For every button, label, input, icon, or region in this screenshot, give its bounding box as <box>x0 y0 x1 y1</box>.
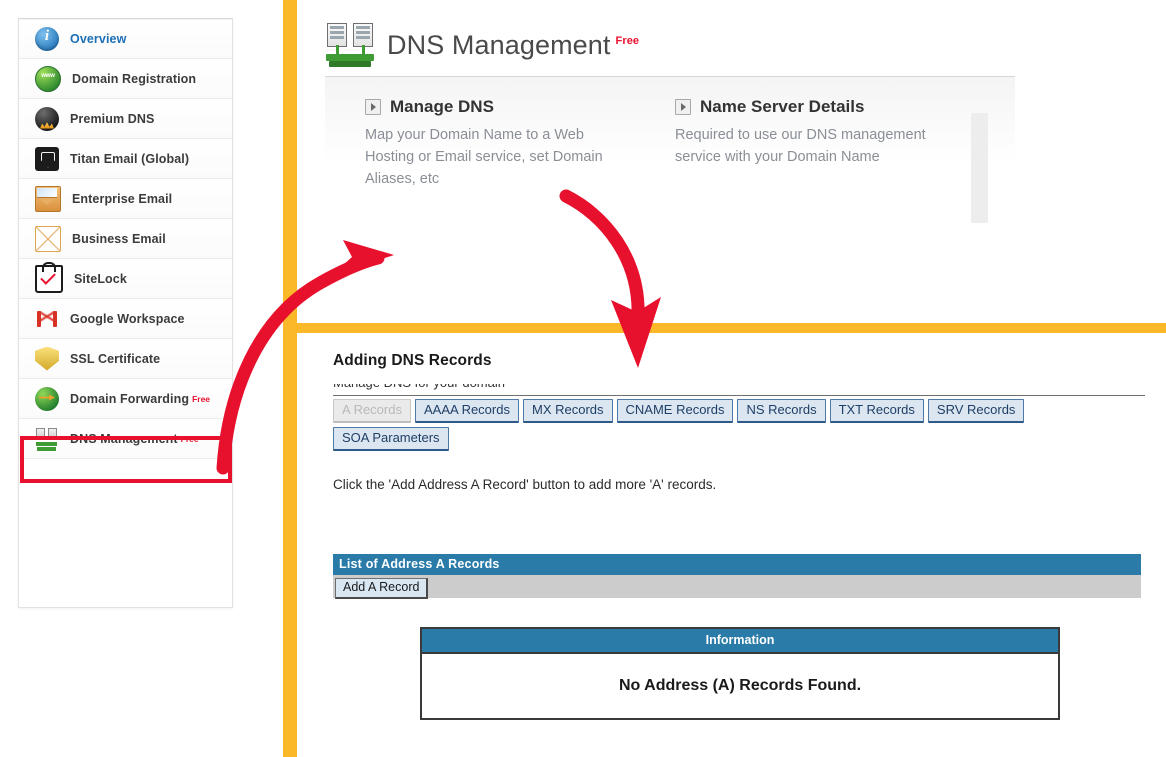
name-server-details-card[interactable]: Name Server Details Required to use our … <box>675 97 965 190</box>
records-list-title: List of Address A Records <box>333 554 1141 575</box>
clipped-text: Manage DNS for your domain <box>333 384 505 390</box>
records-list-toolbar: Add A Record <box>333 575 1141 599</box>
name-server-details-title: Name Server Details <box>700 97 865 116</box>
chevron-right-icon <box>365 99 381 115</box>
tab-ns-records[interactable]: NS Records <box>737 399 826 423</box>
enterprise-envelope-icon <box>35 185 61 212</box>
sidebar-item-business-email[interactable]: Business Email <box>19 219 232 259</box>
sidebar-item-label: Business Email <box>72 231 166 246</box>
shield-icon <box>35 346 59 371</box>
sidebar-item-premium-dns[interactable]: Premium DNS <box>19 99 232 139</box>
sidebar-item-label: SSL Certificate <box>70 351 161 366</box>
premium-dns-icon <box>35 106 59 131</box>
tab-srv-records[interactable]: SRV Records <box>927 399 1025 423</box>
yellow-vertical-guide <box>283 0 297 757</box>
domain-forwarding-icon <box>35 386 59 411</box>
dns-panel-header: DNS Management Free <box>325 18 1015 72</box>
sidebar-item-overview[interactable]: Overview <box>19 19 232 59</box>
add-a-record-button[interactable]: Add A Record <box>335 578 429 599</box>
name-server-details-description: Required to use our DNS management servi… <box>675 127 926 165</box>
sidebar: Overview Domain Registration Premium DNS… <box>18 18 233 608</box>
info-icon <box>35 27 59 51</box>
tab-aaaa-records[interactable]: AAAA Records <box>414 399 519 423</box>
chevron-right-icon <box>675 99 691 115</box>
sidebar-item-ssl-certificate[interactable]: SSL Certificate <box>19 339 232 379</box>
business-envelope-icon <box>35 225 61 252</box>
dns-servers-icon <box>35 427 59 451</box>
tabs-underline <box>333 395 1145 396</box>
sidebar-item-label: DNS Management <box>70 431 178 446</box>
manage-dns-title: Manage DNS <box>390 97 494 116</box>
tab-txt-records[interactable]: TXT Records <box>829 399 924 423</box>
tab-mx-records[interactable]: MX Records <box>522 399 613 423</box>
sidebar-item-domain-forwarding[interactable]: Domain Forwarding Free <box>19 379 232 419</box>
sidebar-item-label: Titan Email (Global) <box>70 151 190 166</box>
sidebar-item-google-workspace[interactable]: Google Workspace <box>19 299 232 339</box>
globe-www-icon <box>35 65 61 92</box>
information-table-message: No Address (A) Records Found. <box>618 677 862 694</box>
tab-soa-parameters[interactable]: SOA Parameters <box>333 427 449 451</box>
sidebar-item-label: Enterprise Email <box>72 191 173 206</box>
free-badge: Free <box>615 34 640 47</box>
tab-cname-records[interactable]: CNAME Records <box>616 399 734 423</box>
clipped-text-line: Manage DNS for your domain <box>333 384 548 393</box>
page-title-text: DNS Management <box>387 29 611 60</box>
tab-a-records[interactable]: A Records <box>333 399 411 423</box>
sidebar-item-label: Overview <box>70 32 127 46</box>
records-list-panel: List of Address A Records Add A Record <box>333 554 1141 599</box>
dns-servers-icon <box>325 23 379 67</box>
scrollbar-thumb[interactable] <box>971 113 988 223</box>
manage-dns-card-header: Manage DNS <box>365 97 655 117</box>
adding-dns-records-section: Adding DNS Records Manage DNS for your d… <box>333 352 1145 599</box>
sidebar-item-label: Premium DNS <box>70 111 155 126</box>
sidebar-item-label: Domain Registration <box>72 71 197 86</box>
sidebar-item-titan-email[interactable]: Titan Email (Global) <box>19 139 232 179</box>
sidebar-item-sitelock[interactable]: SiteLock <box>19 259 232 299</box>
free-badge: Free <box>180 433 199 444</box>
record-type-tabs: A Records AAAA Records MX Records CNAME … <box>333 399 1145 455</box>
section-heading: Adding DNS Records <box>333 352 492 369</box>
gmail-m-icon <box>35 307 59 331</box>
titan-shield-icon <box>35 146 59 171</box>
sidebar-item-label: Domain Forwarding <box>70 391 190 406</box>
yellow-horizontal-guide <box>283 323 1166 333</box>
sidebar-item-label: Google Workspace <box>70 311 185 326</box>
sidebar-item-enterprise-email[interactable]: Enterprise Email <box>19 179 232 219</box>
sidebar-item-label: SiteLock <box>74 271 127 286</box>
screenshot-root: Overview Domain Registration Premium DNS… <box>0 0 1166 757</box>
name-server-details-card-header: Name Server Details <box>675 97 965 117</box>
manage-dns-description: Map your Domain Name to a Web Hosting or… <box>365 127 603 187</box>
records-hint-text: Click the 'Add Address A Record' button … <box>333 477 717 492</box>
free-badge: Free <box>192 393 211 404</box>
sidebar-item-dns-management[interactable]: DNS Management Free <box>19 419 232 459</box>
sidebar-item-domain-registration[interactable]: Domain Registration <box>19 59 232 99</box>
page-title: DNS Management Free <box>387 30 639 61</box>
information-table-header: Information <box>422 629 1058 654</box>
manage-dns-card[interactable]: Manage DNS Map your Domain Name to a Web… <box>365 97 655 190</box>
dns-management-panel: DNS Management Free Manage DNS Map your D… <box>325 18 1015 308</box>
dns-panel-body: Manage DNS Map your Domain Name to a Web… <box>325 77 1015 232</box>
information-table: Information No Address (A) Records Found… <box>420 627 1060 720</box>
sitelock-padlock-icon <box>35 261 63 293</box>
